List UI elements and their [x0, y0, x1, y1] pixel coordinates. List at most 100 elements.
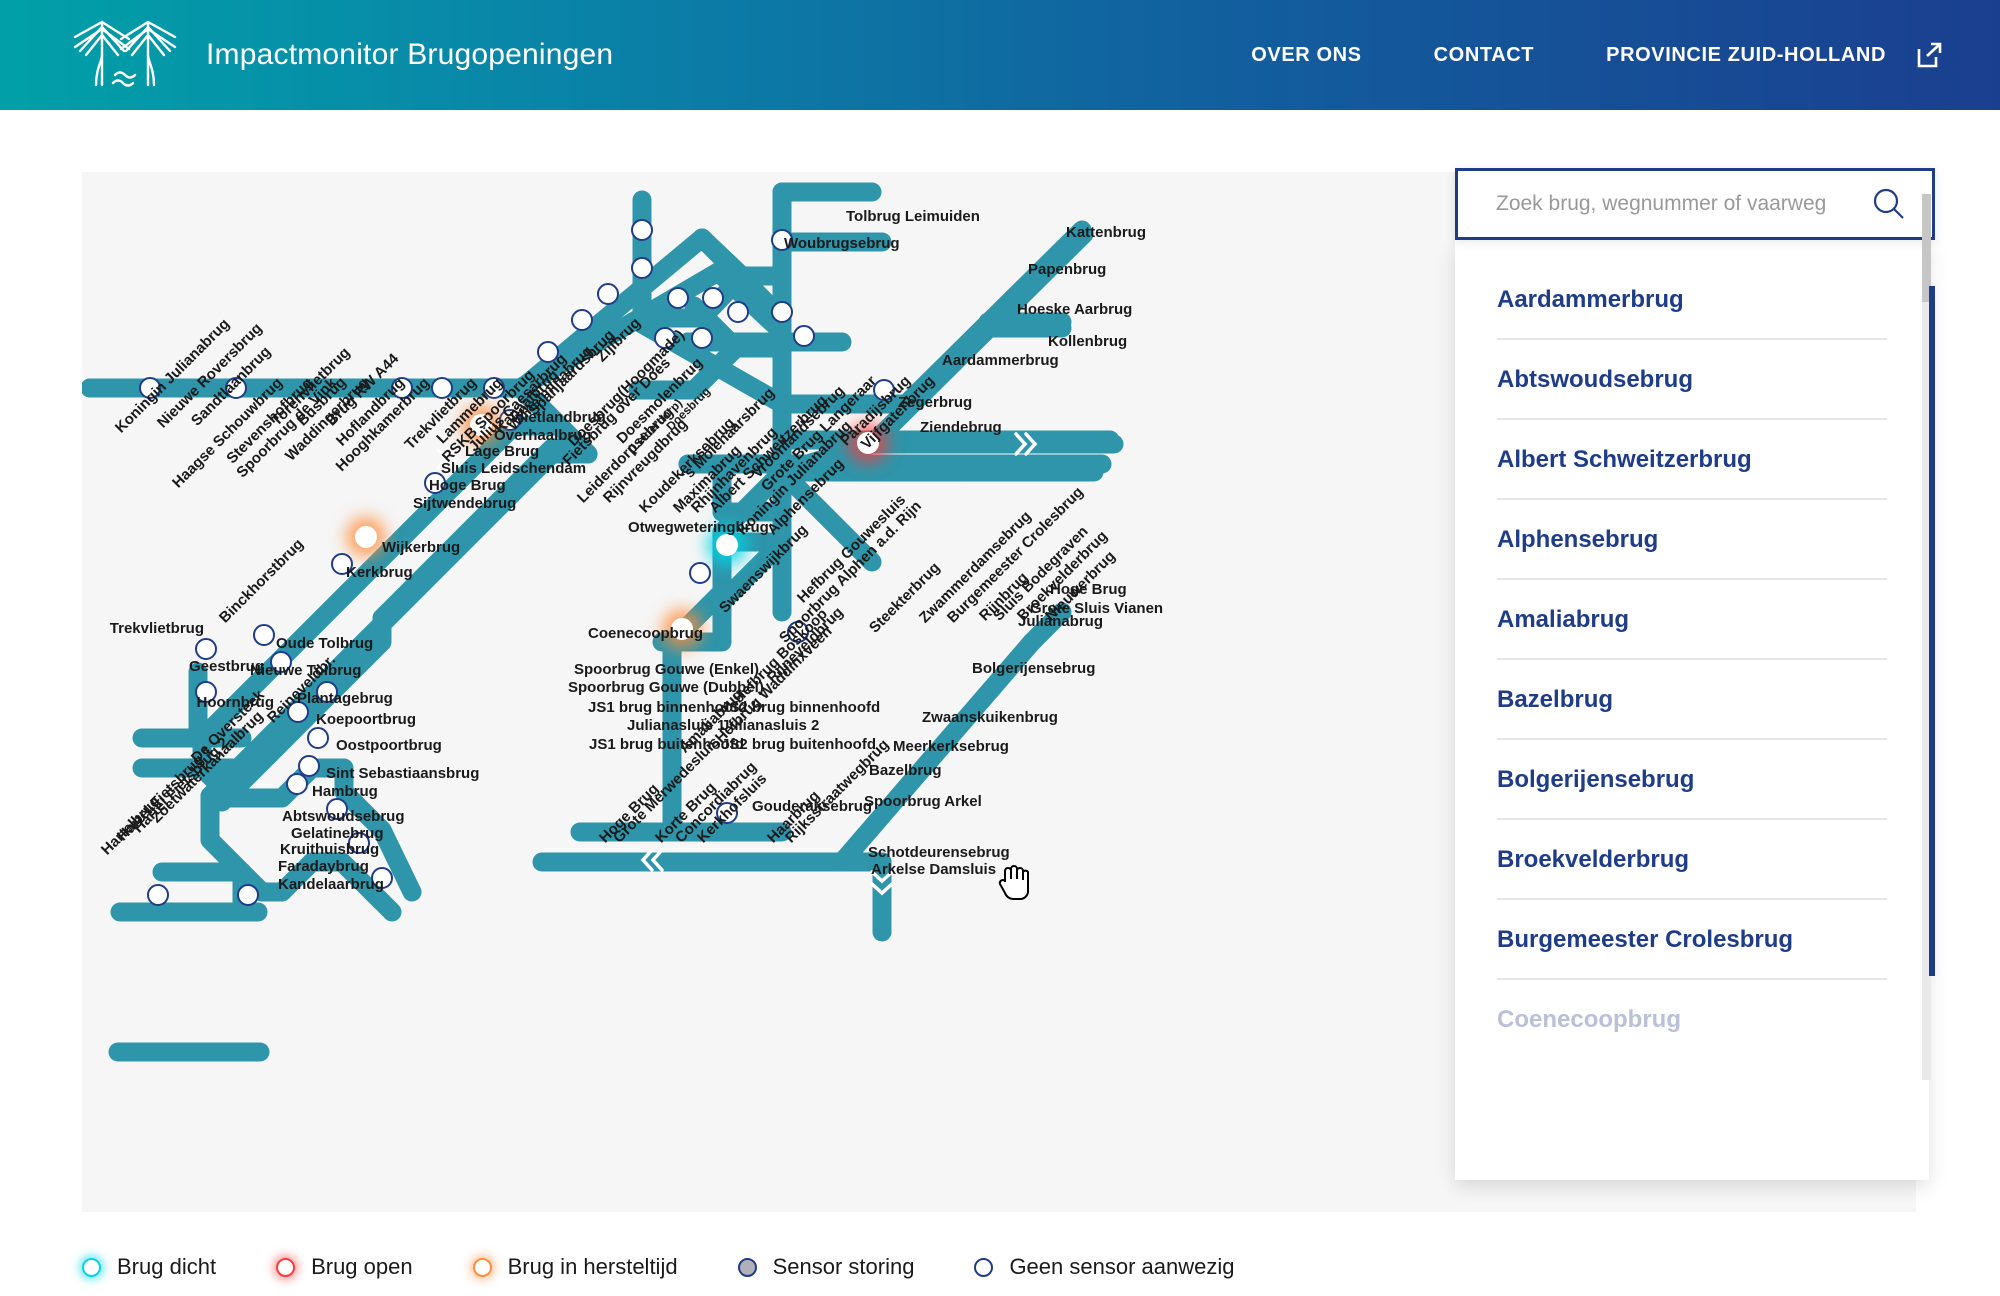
map-label: Woubrugsebrug: [784, 235, 900, 252]
map-label: Zegerbrug: [898, 394, 973, 411]
map-label: Zwaanskuikenbrug: [922, 709, 1058, 726]
search-result-item[interactable]: Burgemeester Crolesbrug: [1497, 900, 1887, 980]
main-nav: OVER ONS CONTACT PROVINCIE ZUID-HOLLAND: [1179, 40, 1944, 70]
search-icon[interactable]: [1872, 187, 1906, 221]
search-result-item[interactable]: Bolgerijensebrug: [1497, 740, 1887, 820]
legend-item-repair: Brug in hersteltijd: [472, 1254, 678, 1280]
map-label: Faradaybrug: [278, 858, 369, 875]
map-node[interactable]: [702, 287, 724, 309]
map-label: Papenbrug: [1028, 261, 1107, 278]
map-label: Julianasluis 2: [721, 717, 820, 734]
search-results-list: Aardammerbrug Abtswoudsebrug Albert Schwei…: [1455, 240, 1929, 1058]
map-node[interactable]: [307, 727, 329, 749]
map-label: Spoorbrug Gouwe (Enkel): [574, 661, 760, 678]
nav-item-provincie-zuid-holland[interactable]: PROVINCIE ZUID-HOLLAND: [1606, 44, 1886, 67]
map-label: Sluis Leidschendam: [441, 460, 587, 477]
app-header: Impactmonitor Brugopeningen OVER ONS CON…: [0, 0, 2000, 110]
map-label: Schotdeurensebrug: [868, 844, 1010, 861]
map-node-wijkerbrug[interactable]: [355, 526, 377, 548]
map-label: Oostpoortbrug: [336, 737, 442, 754]
map-label: Gelatinebrug: [291, 825, 384, 842]
search-input[interactable]: [1458, 171, 1872, 237]
map-label: Oude Tolbrug: [276, 635, 374, 652]
map-label: Julianasluis 1: [627, 717, 726, 734]
legend-label: Brug open: [311, 1254, 413, 1279]
legend-status-dot-fault: [737, 1257, 757, 1277]
map-label: Kollenbrug: [1048, 333, 1128, 350]
map-label: Ziendebrug: [920, 419, 1002, 436]
legend-status-dot-none: [974, 1257, 994, 1277]
map-label: Trekvlietbrug: [109, 620, 204, 637]
map-label: Otwegweteringbrug: [628, 519, 769, 536]
map-label: Kattenbrug: [1066, 224, 1146, 241]
map-label: Overhaalbrug: [494, 427, 592, 444]
search-result-item[interactable]: Albert Schweitzerbrug: [1497, 420, 1887, 500]
map-label: Bolgerijensebrug: [972, 660, 1096, 677]
dropdown-accent-bar: [1929, 286, 1935, 976]
legend-item-open: Brug open: [276, 1254, 413, 1280]
legend-status-dot-open: [276, 1257, 296, 1277]
map-label: Coenecoopbrug: [588, 625, 703, 642]
map-node[interactable]: [286, 773, 308, 795]
map-label: Hoornbrug: [196, 694, 274, 711]
map-label: Nieuwe Tolbrug: [250, 662, 362, 679]
map-node[interactable]: [571, 309, 593, 331]
map-label: Vlietlandbrug: [510, 409, 606, 426]
map-node[interactable]: [195, 638, 217, 660]
map-node[interactable]: [147, 884, 169, 906]
map-label: Tolbrug Leimuiden: [846, 208, 980, 225]
legend-status-dot-closed: [82, 1257, 101, 1277]
bridge-logo-icon: [73, 20, 177, 87]
map-node[interactable]: [597, 283, 619, 305]
map-label: Sint Sebastiaansbrug: [326, 765, 480, 782]
map-node-hefbrug-boskoop[interactable]: [716, 534, 738, 556]
search-result-item[interactable]: Bazelbrug: [1497, 660, 1887, 740]
map-label: Sijtwendebrug: [413, 495, 517, 512]
search-result-item[interactable]: Aardammerbrug: [1497, 260, 1887, 340]
nav-item-contact[interactable]: CONTACT: [1434, 44, 1534, 67]
dropdown-fade-overlay: [1455, 1070, 1929, 1180]
search-results-dropdown[interactable]: Aardammerbrug Abtswoudsebrug Albert Schwei…: [1455, 240, 1929, 1180]
search-result-item[interactable]: Abtswoudsebrug: [1497, 340, 1887, 420]
map-node[interactable]: [689, 562, 711, 584]
map-label: Arkelse Damsluis: [871, 861, 997, 878]
map-label: Meerkerksebrug: [893, 738, 1009, 755]
map-node[interactable]: [691, 327, 713, 349]
search-panel: AardammerbrugAbtswoudsebrugAlbert Schwei…: [1455, 168, 1935, 1208]
map-node[interactable]: [631, 257, 653, 279]
legend-label: Brug in hersteltijd: [507, 1254, 678, 1279]
map-node[interactable]: [793, 325, 815, 347]
page-title: Impactmonitor Brugopeningen: [206, 38, 614, 71]
search-result-item[interactable]: Broekvelderbrug: [1497, 820, 1887, 900]
map-label: Kerkbrug: [346, 564, 413, 581]
map-label: Aardammerbrug: [942, 352, 1059, 369]
map-label: JS2 brug buitenhoofd: [721, 736, 876, 753]
external-link-icon[interactable]: [1914, 40, 1944, 70]
search-result-item[interactable]: Coenecoopbrug: [1497, 980, 1887, 1058]
map-label: Wijkerbrug: [382, 539, 461, 556]
map-node[interactable]: [771, 301, 793, 323]
map-node[interactable]: [727, 301, 749, 323]
search-result-item[interactable]: Alphensebrug: [1497, 500, 1887, 580]
map-label: Geestbrug: [188, 658, 264, 675]
search-result-item[interactable]: Amaliabrug: [1497, 580, 1887, 660]
map-node[interactable]: [237, 884, 259, 906]
map-node[interactable]: [631, 219, 653, 241]
legend-item-fault: Sensor storing: [737, 1254, 915, 1280]
map-label: Lage Brug: [465, 443, 540, 460]
map-label: Abtswoudsebrug: [282, 808, 405, 825]
legend-label: Geen sensor aanwezig: [1009, 1254, 1235, 1279]
map-label: Spoorbrug Gouwe (Dubbel): [568, 679, 764, 696]
legend-label: Brug dicht: [117, 1254, 217, 1279]
nav-item-over-ons[interactable]: OVER ONS: [1251, 44, 1361, 67]
map-label: Koepoortbrug: [316, 711, 416, 728]
map-node[interactable]: [667, 287, 689, 309]
legend-status-dot-repair: [472, 1257, 492, 1277]
legend-item-closed: Brug dicht: [82, 1254, 216, 1280]
map-label: Plantagebrug: [297, 690, 393, 707]
legend-label: Sensor storing: [772, 1254, 915, 1279]
map-label: JS2 brug binnenhoofd: [721, 699, 881, 716]
map-node[interactable]: [253, 624, 275, 646]
search-box[interactable]: [1455, 168, 1935, 240]
map-label: Gouderaksebrug: [752, 798, 873, 815]
